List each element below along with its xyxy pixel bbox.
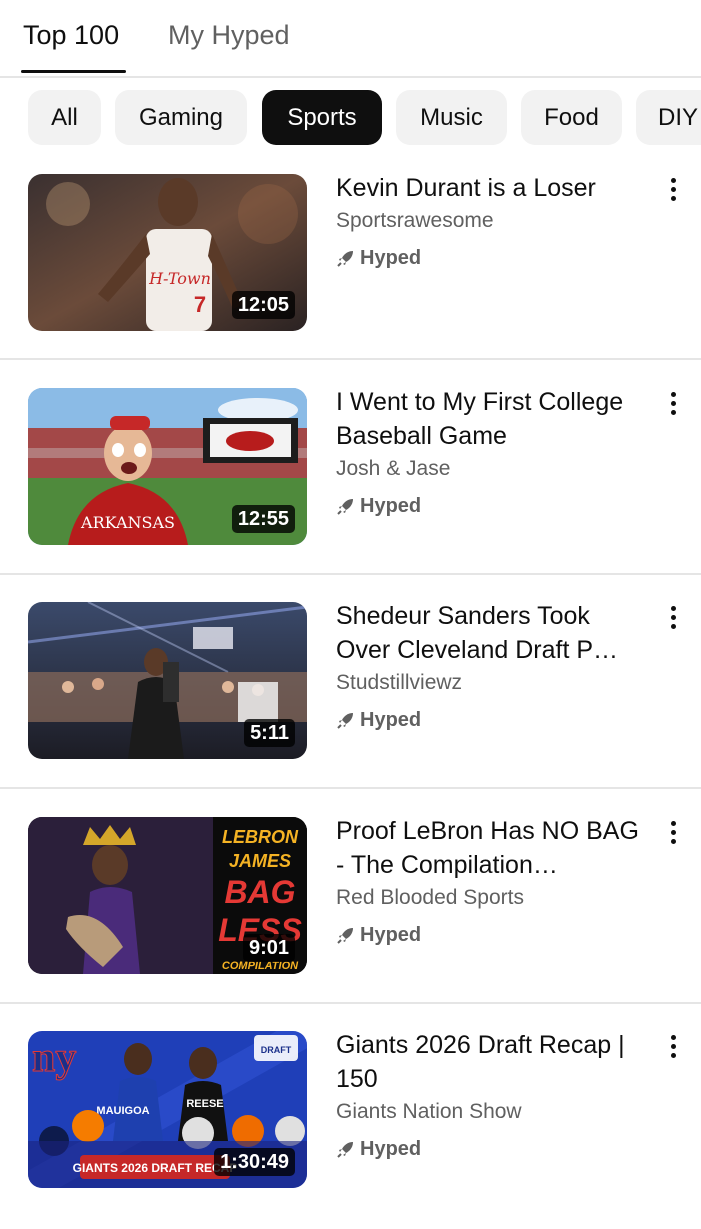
hyped-badge: Hyped xyxy=(336,921,421,949)
hyped-label: Hyped xyxy=(360,924,422,946)
channel-name[interactable]: Giants Nation Show xyxy=(336,1098,522,1126)
divider xyxy=(0,1002,701,1004)
thumb-line-1: LEBRON xyxy=(222,827,299,847)
hype-rocket-icon xyxy=(337,1142,353,1158)
hyped-label: Hyped xyxy=(360,495,422,517)
more-vert-icon[interactable] xyxy=(660,819,686,849)
giants-banner: GIANTS 2026 DRAFT RECAP xyxy=(73,1161,238,1175)
video-title[interactable]: Shedeur Sanders Took Over Cleveland Draf… xyxy=(336,599,646,667)
video-item[interactable]: 5:11 Shedeur Sanders Took Over Cleveland… xyxy=(0,586,701,800)
video-thumbnail[interactable]: H-Town 7 12:05 xyxy=(28,174,307,331)
divider xyxy=(0,358,701,360)
chip-gaming[interactable]: Gaming xyxy=(115,90,247,145)
hyped-badge: Hyped xyxy=(336,706,421,734)
active-tab-indicator xyxy=(21,70,126,73)
video-thumbnail[interactable]: ARKANSAS 12:55 xyxy=(28,388,307,545)
video-thumbnail[interactable]: LEBRON JAMES BAG LESS COMPILATION 9:01 xyxy=(28,817,307,974)
video-item[interactable]: ARKANSAS 12:55 I Went to My First Colleg… xyxy=(0,372,701,586)
top-tabs: Top 100 My Hyped xyxy=(0,0,701,78)
tab-top-100[interactable]: Top 100 xyxy=(23,18,119,52)
hyped-badge: Hyped xyxy=(336,1135,421,1163)
more-vert-icon[interactable] xyxy=(660,1033,686,1063)
hype-rocket-icon xyxy=(337,713,353,729)
more-vert-icon[interactable] xyxy=(660,390,686,420)
divider xyxy=(0,787,701,789)
jersey-text: H-Town xyxy=(148,269,211,288)
chip-music[interactable]: Music xyxy=(396,90,507,145)
video-duration: 12:55 xyxy=(231,505,295,533)
video-thumbnail[interactable]: 5:11 xyxy=(28,602,307,759)
shirt-text: ARKANSAS xyxy=(80,513,175,532)
video-duration: 5:11 xyxy=(244,719,295,747)
hype-rocket-icon xyxy=(337,499,353,515)
video-duration: 12:05 xyxy=(231,291,295,319)
chip-diy[interactable]: DIY xyxy=(636,90,701,145)
category-chips: All Gaming Sports Music Food DIY xyxy=(0,90,701,146)
hyped-label: Hyped xyxy=(360,247,422,269)
chip-sports[interactable]: Sports xyxy=(262,90,382,145)
chip-all[interactable]: All xyxy=(28,90,101,145)
hype-rocket-icon xyxy=(337,251,353,267)
channel-name[interactable]: Studstillviewz xyxy=(336,669,462,697)
draft-badge: DRAFT xyxy=(261,1045,292,1055)
tab-my-hyped[interactable]: My Hyped xyxy=(168,18,290,52)
player-name-a: MAUIGOA xyxy=(96,1105,149,1117)
hyped-badge: Hyped xyxy=(336,492,421,520)
video-thumbnail[interactable]: ny DRAFT MAUIGOA REESE GIANTS 2026 DRAFT… xyxy=(28,1031,307,1188)
thumb-line-2: JAMES xyxy=(229,851,291,871)
channel-name[interactable]: Red Blooded Sports xyxy=(336,884,524,912)
video-title[interactable]: Giants 2026 Draft Recap | 150 xyxy=(336,1028,646,1096)
giants-logo: ny xyxy=(32,1035,76,1081)
video-item[interactable]: H-Town 7 12:05 Kevin Durant is a Loser S… xyxy=(0,158,701,372)
video-duration: 9:01 xyxy=(242,934,295,962)
channel-name[interactable]: Josh & Jase xyxy=(336,455,450,483)
channel-name[interactable]: Sportsrawesome xyxy=(336,207,494,235)
video-title[interactable]: Kevin Durant is a Loser xyxy=(336,171,646,205)
video-item[interactable]: ny DRAFT MAUIGOA REESE GIANTS 2026 DRAFT… xyxy=(0,1015,701,1229)
thumb-line-3: BAG xyxy=(224,874,295,910)
player-name-b: REESE xyxy=(186,1098,223,1110)
chip-food[interactable]: Food xyxy=(521,90,622,145)
hyped-badge: Hyped xyxy=(336,244,421,272)
jersey-number: 7 xyxy=(194,292,206,317)
video-title[interactable]: I Went to My First College Baseball Game xyxy=(336,385,646,453)
hyped-label: Hyped xyxy=(360,1138,422,1160)
hyped-label: Hyped xyxy=(360,709,422,731)
more-vert-icon[interactable] xyxy=(660,176,686,206)
divider xyxy=(0,573,701,575)
more-vert-icon[interactable] xyxy=(660,604,686,634)
video-title[interactable]: Proof LeBron Has NO BAG - The Compilatio… xyxy=(336,814,646,882)
video-item[interactable]: LEBRON JAMES BAG LESS COMPILATION 9:01 P… xyxy=(0,801,701,1015)
hype-rocket-icon xyxy=(337,928,353,944)
video-duration: 1:30:49 xyxy=(214,1148,295,1176)
